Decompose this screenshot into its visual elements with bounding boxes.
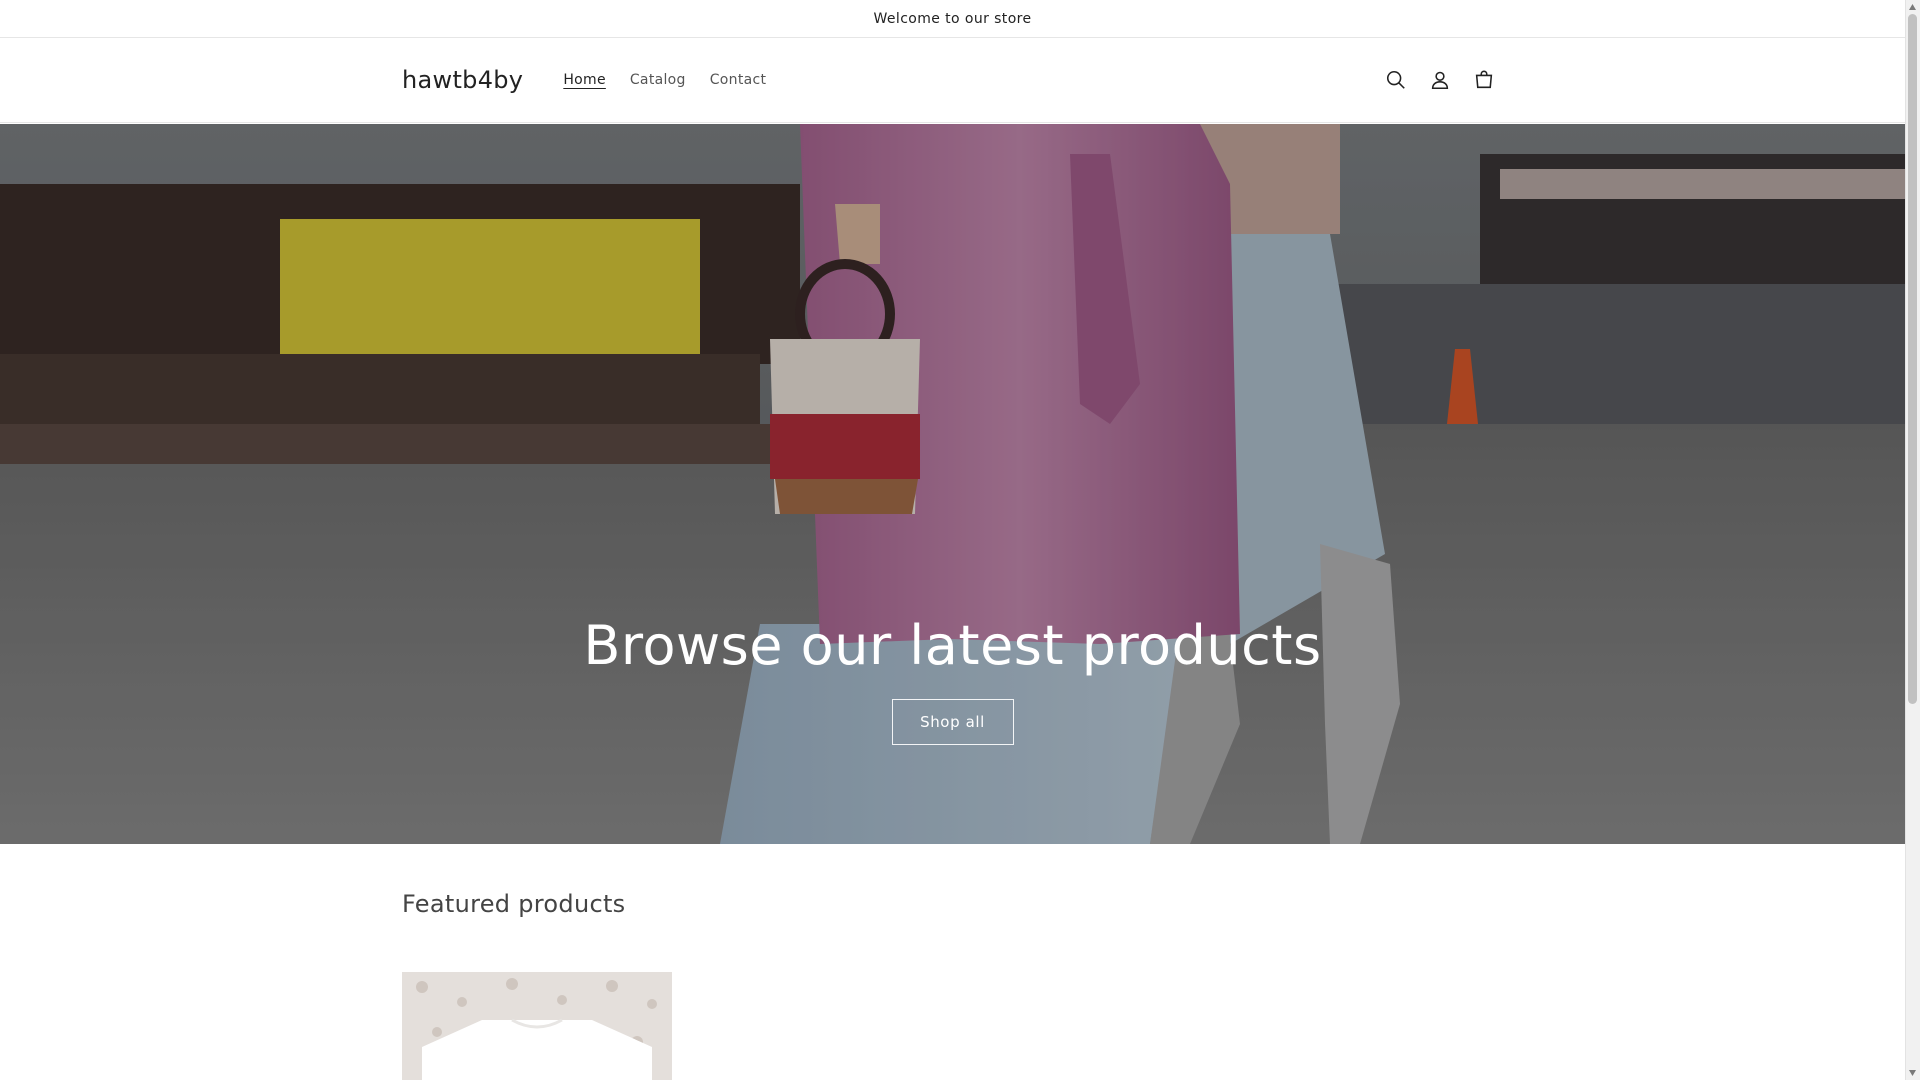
cart-button[interactable] bbox=[1465, 58, 1503, 102]
nav-contact[interactable]: Contact bbox=[698, 64, 779, 96]
product-image bbox=[402, 972, 672, 1080]
nav-catalog[interactable]: Catalog bbox=[618, 64, 698, 96]
announcement-bar: Welcome to our store bbox=[0, 0, 1905, 38]
scrollbar[interactable] bbox=[1905, 0, 1920, 1080]
scroll-up-icon[interactable] bbox=[1908, 3, 1917, 11]
scrollbar-thumb[interactable] bbox=[1908, 14, 1917, 704]
store-logo[interactable]: hawtb4by bbox=[402, 66, 523, 94]
main-nav: Home Catalog Contact bbox=[551, 64, 778, 96]
search-icon bbox=[1386, 70, 1405, 89]
shop-all-button[interactable]: Shop all bbox=[891, 699, 1014, 745]
page: Welcome to our store hawtb4by Home Catal… bbox=[0, 0, 1905, 1080]
nav-home[interactable]: Home bbox=[551, 64, 618, 96]
search-button[interactable] bbox=[1377, 58, 1415, 102]
announcement-text: Welcome to our store bbox=[873, 10, 1032, 27]
site-header: hawtb4by Home Catalog Contact bbox=[0, 38, 1905, 123]
featured-heading: Featured products bbox=[402, 890, 626, 918]
account-icon bbox=[1431, 71, 1449, 90]
product-card[interactable] bbox=[402, 972, 672, 1080]
hero-banner: Browse our latest products Shop all bbox=[0, 124, 1905, 844]
scroll-down-icon[interactable] bbox=[1908, 1069, 1917, 1077]
account-button[interactable] bbox=[1421, 58, 1459, 102]
cart-icon bbox=[1475, 70, 1493, 89]
hero-title: Browse our latest products bbox=[583, 614, 1322, 677]
hero-content: Browse our latest products Shop all bbox=[0, 614, 1905, 745]
header-icons bbox=[1377, 58, 1503, 102]
featured-section: Featured products bbox=[402, 890, 625, 918]
